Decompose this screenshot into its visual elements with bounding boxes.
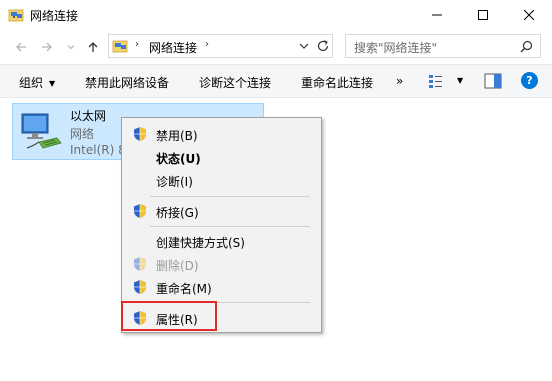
uac-shield-icon <box>134 280 146 294</box>
disable-device-button[interactable]: 禁用此网络设备 <box>85 74 169 91</box>
address-bar[interactable]: › 网络连接 › <box>108 34 333 58</box>
recent-locations-button[interactable] <box>62 38 80 56</box>
minimize-button[interactable] <box>414 0 460 30</box>
window-title: 网络连接 <box>30 9 79 23</box>
caret-down-icon: ▼ <box>49 79 56 88</box>
network-folder-icon <box>8 9 24 22</box>
preview-pane-icon[interactable] <box>484 73 502 89</box>
menu-item-create-shortcut[interactable]: 创建快捷方式(S) <box>122 230 321 252</box>
menu-separator <box>150 226 310 227</box>
refresh-icon[interactable] <box>316 39 330 53</box>
connection-status: 网络 <box>70 127 95 141</box>
properties-highlight-box <box>121 301 217 331</box>
up-arrow-icon <box>88 42 98 52</box>
back-arrow-icon <box>16 42 26 52</box>
menu-item-diagnose[interactable]: 诊断(I) <box>122 169 321 191</box>
breadcrumb-separator[interactable]: › <box>135 39 139 50</box>
command-bar: 组织 ▼ 禁用此网络设备 诊断这个连接 重命名此连接 » ▼ ? <box>0 64 552 98</box>
organize-menu-button[interactable]: 组织 ▼ <box>19 74 55 91</box>
more-commands-button[interactable]: » <box>396 74 403 88</box>
breadcrumb-item[interactable]: 网络连接 <box>149 39 197 56</box>
chevron-down-icon <box>67 45 75 50</box>
menu-item-delete: 删除(D) <box>122 253 321 275</box>
forward-arrow-icon <box>42 42 52 52</box>
menu-separator <box>150 196 310 197</box>
chevron-down-icon[interactable] <box>298 40 310 52</box>
menu-item-label: 状态(U) <box>156 152 201 166</box>
menu-item-bridge[interactable]: 桥接(G) <box>122 200 321 222</box>
menu-item-label: 桥接(G) <box>156 206 199 220</box>
menu-item-label: 禁用(B) <box>156 129 198 143</box>
diagnose-button[interactable]: 诊断这个连接 <box>199 74 271 91</box>
menu-item-label: 删除(D) <box>156 259 199 273</box>
caret-down-icon[interactable]: ▼ <box>457 76 463 85</box>
connection-name: 以太网 <box>70 109 107 123</box>
menu-item-status[interactable]: 状态(U) <box>122 146 321 168</box>
close-button[interactable] <box>506 0 552 30</box>
minimize-icon <box>432 14 442 16</box>
network-adapter-icon <box>21 113 62 149</box>
breadcrumb-separator[interactable]: › <box>205 39 209 50</box>
organize-label: 组织 <box>19 76 44 90</box>
search-box[interactable]: 搜索"网络连接" <box>345 34 541 58</box>
maximize-icon <box>478 10 488 20</box>
back-button[interactable] <box>12 38 30 56</box>
address-row: › 网络连接 › 搜索"网络连接" <box>0 30 552 64</box>
uac-shield-icon <box>134 127 146 141</box>
menu-item-label: 诊断(I) <box>156 175 193 189</box>
maximize-button[interactable] <box>460 0 506 30</box>
menu-item-rename[interactable]: 重命名(M) <box>122 276 321 298</box>
up-button[interactable] <box>84 38 102 56</box>
title-bar: 网络连接 <box>0 0 552 30</box>
search-icon[interactable] <box>520 40 533 53</box>
connection-device: Intel(R) 8 <box>70 143 126 157</box>
help-button[interactable]: ? <box>521 72 538 89</box>
search-input[interactable]: 搜索"网络连接" <box>354 39 437 56</box>
menu-item-label: 重命名(M) <box>156 282 212 296</box>
rename-button[interactable]: 重命名此连接 <box>301 74 373 91</box>
change-view-icon[interactable] <box>428 73 444 89</box>
network-folder-icon <box>112 40 128 53</box>
uac-shield-icon <box>134 257 146 271</box>
uac-shield-icon <box>134 204 146 218</box>
menu-item-disable[interactable]: 禁用(B) <box>122 123 321 145</box>
menu-item-label: 创建快捷方式(S) <box>156 236 245 250</box>
close-icon <box>524 10 534 20</box>
forward-button[interactable] <box>38 38 56 56</box>
